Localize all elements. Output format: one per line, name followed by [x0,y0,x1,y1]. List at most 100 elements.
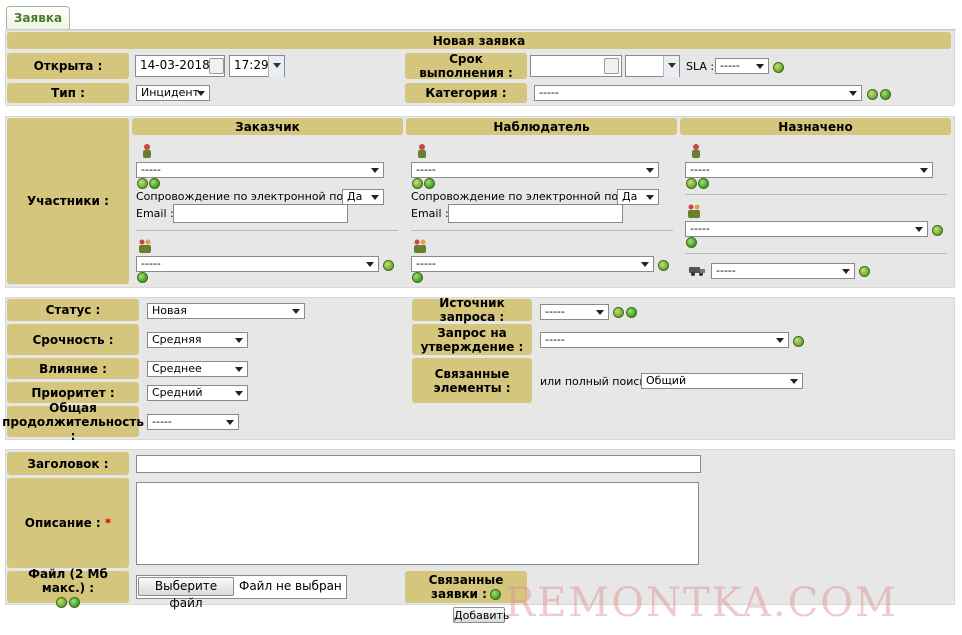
observer-email-input[interactable] [448,204,623,223]
description-label-text: Описание : [24,516,101,530]
full-search-label: или полный поиск : [540,375,654,388]
search-icon[interactable] [793,336,804,347]
linked-tickets-line1: Связанные [428,573,504,587]
add-icon[interactable] [880,89,891,100]
search-icon[interactable] [383,260,394,271]
source-label: Источник запроса : [412,296,532,324]
requester-email-follow-value: Да [347,190,363,203]
time-dropdown-icon[interactable] [268,56,284,77]
sla-label: SLA : [686,60,715,73]
status-label: Статус : [7,299,139,321]
tab-ticket[interactable]: Заявка [6,6,70,30]
user-icon [692,144,700,158]
linked-tickets-line2-wrap: заявки : [431,587,501,601]
urgency-label: Срочность : [7,324,139,355]
observer-email-follow-select[interactable]: Да [617,189,659,205]
assigned-group-select[interactable]: ----- [685,221,928,237]
add-button[interactable]: Добавить [453,607,509,623]
source-select[interactable]: ----- [540,304,609,320]
observer-header: Наблюдатель [406,118,677,135]
choose-file-button[interactable]: Выберите файл [138,577,234,610]
priority-value: Средний [152,386,203,399]
requester-email-follow-label: Сопровождение по электронной почте : [136,190,370,203]
urgency-select[interactable]: Средняя [147,332,248,348]
requester-header: Заказчик [132,118,403,135]
category-select[interactable]: ----- [534,85,862,101]
opened-label-text: Открыта : [33,59,103,73]
calendar-icon[interactable] [209,58,224,74]
search-icon[interactable] [613,307,624,318]
assigned-user-select[interactable]: ----- [685,162,933,178]
search-icon[interactable] [137,178,148,189]
add-icon[interactable] [137,272,148,283]
observer-select[interactable]: ----- [411,162,659,178]
status-label-text: Статус : [45,303,101,317]
time-dropdown-icon[interactable] [663,56,679,77]
add-icon[interactable] [424,178,435,189]
search-icon[interactable] [56,596,67,608]
opened-label: Открыта : [7,53,129,79]
file-label: Файл (2 Мб макс.) : [7,567,129,608]
required-mark: * [104,516,112,530]
form-title-text: Новая заявка [432,33,526,48]
add-icon[interactable] [489,588,501,600]
duration-label-line1: Общая [49,400,97,415]
observer-group-select[interactable]: ----- [411,256,654,272]
file-actions [56,596,80,608]
search-icon[interactable] [412,178,423,189]
duration-label-line2: продолжительность : [2,414,144,443]
validation-select[interactable]: ----- [540,332,789,348]
add-icon[interactable] [626,307,637,318]
title-input[interactable] [136,455,701,473]
add-icon[interactable] [149,178,160,189]
group-icon [139,239,151,253]
requester-value: ----- [141,163,161,176]
type-select[interactable]: Инцидент [136,85,210,101]
linked-items-label: Связанные элементы : [412,358,532,403]
search-icon[interactable] [658,260,669,271]
description-textarea[interactable] [136,482,699,565]
divider [411,230,673,231]
requester-group-value: ----- [141,257,161,270]
sla-select[interactable]: ----- [715,58,769,74]
due-date-label-text: Срок выполнения : [419,52,513,80]
validation-value: ----- [545,333,565,346]
duration-label: Общая продолжительность : [2,401,144,443]
add-icon[interactable] [69,596,80,608]
search-icon[interactable] [867,89,878,100]
impact-value: Среднее [152,362,202,375]
title-label-text: Заголовок : [27,456,109,471]
category-label: Категория : [405,83,527,103]
requester-group-select[interactable]: ----- [136,256,379,272]
assigned-supplier-select[interactable]: ----- [711,263,855,279]
search-icon[interactable] [686,178,697,189]
requester-email-follow-select[interactable]: Да [342,189,384,205]
calendar-icon[interactable] [604,58,619,74]
search-icon[interactable] [859,266,870,277]
validation-label-line2: утверждение : [420,339,524,354]
type-label-text: Тип : [51,86,85,100]
linked-items-label-line2: элементы : [433,380,511,395]
impact-select[interactable]: Среднее [147,361,248,377]
assigned-header: Назначено [680,118,951,135]
divider [685,253,947,254]
priority-select[interactable]: Средний [147,385,248,401]
urgency-value: Средняя [152,333,202,346]
requester-select[interactable]: ----- [136,162,384,178]
add-icon[interactable] [686,237,697,248]
add-button-label: Добавить [454,609,510,622]
urgency-label-text: Срочность : [32,332,114,347]
sla-value: ----- [720,59,740,72]
search-icon[interactable] [932,225,943,236]
full-search-select[interactable]: Общий [641,373,803,389]
opened-time-value: 17:29 [234,58,269,72]
duration-select[interactable]: ----- [147,414,239,430]
requester-email-input[interactable] [173,204,348,223]
search-icon[interactable] [773,62,784,73]
add-icon[interactable] [412,272,423,283]
divider [685,194,947,195]
impact-label: Влияние : [7,358,139,379]
add-icon[interactable] [698,178,709,189]
requester-title: Заказчик [235,119,300,134]
status-select[interactable]: Новая [147,303,305,319]
